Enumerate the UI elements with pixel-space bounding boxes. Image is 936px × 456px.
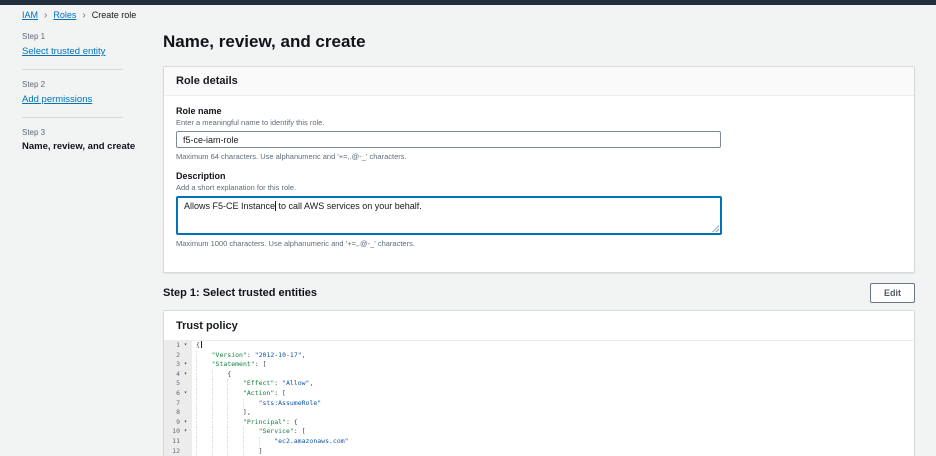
line-number: 9 [164, 418, 180, 428]
editor-cursor [201, 341, 202, 348]
sidebar-item-add-permissions[interactable]: Add permissions [22, 94, 92, 105]
code-content: ] [192, 447, 262, 456]
sidebar-divider [22, 69, 123, 70]
code-content: "Statement": [ [192, 360, 266, 370]
description-textarea[interactable]: Allows F5-CE Instance to call AWS servic… [176, 196, 722, 235]
step1-section-title: Step 1: Select trusted entities [163, 287, 317, 299]
step1-review-section-header: Step 1: Select trusted entities Edit [163, 283, 915, 303]
description-constraint: Maximum 1000 characters. Use alphanumeri… [176, 239, 902, 248]
code-line: 7 "sts:AssumeRole" [164, 399, 914, 409]
page-title: Name, review, and create [163, 32, 915, 52]
code-lines: 1▾{2"Version": "2012-10-17",3▾"Statement… [164, 341, 914, 456]
line-number: 3 [164, 360, 180, 370]
editor-gutter: 5 [164, 379, 192, 389]
editor-gutter: 8 [164, 408, 192, 418]
fold-arrow-icon[interactable]: ▾ [180, 389, 191, 399]
editor-gutter: 10▾ [164, 427, 192, 437]
editor-gutter: 3▾ [164, 360, 192, 370]
role-details-header: Role details [164, 67, 914, 96]
code-line: 10▾"Service": [ [164, 427, 914, 437]
description-value: to call AWS services on your behalf. [276, 201, 422, 211]
fold-arrow-icon[interactable]: ▾ [180, 427, 191, 437]
trust-policy-header: Trust policy [164, 311, 914, 341]
description-value: Allows F5-CE Instance [184, 201, 275, 211]
code-line: 4▾{ [164, 370, 914, 380]
sidebar-divider [22, 117, 123, 118]
step-3-label: Step 3 [22, 128, 141, 137]
line-number: 4 [164, 370, 180, 380]
trust-policy-card: Trust policy 1▾{2"Version": "2012-10-17"… [163, 310, 915, 456]
code-content: "Version": "2012-10-17", [192, 351, 306, 361]
code-content: { [192, 341, 202, 351]
code-line: 3▾"Statement": [ [164, 360, 914, 370]
code-content: "sts:AssumeRole" [192, 399, 321, 409]
code-content: "Action": [ [192, 389, 286, 399]
code-line: 9▾"Principal": { [164, 418, 914, 428]
breadcrumb-link-iam[interactable]: IAM [22, 10, 38, 20]
fold-spacer [180, 379, 191, 389]
wizard-steps-sidebar: Step 1 Select trusted entity Step 2 Add … [0, 24, 141, 456]
role-details-card: Role details Role name Enter a meaningfu… [163, 66, 915, 273]
step-1-label: Step 1 [22, 32, 141, 41]
code-line: 2 "Version": "2012-10-17", [164, 351, 914, 361]
fold-arrow-icon[interactable]: ▾ [180, 370, 191, 380]
line-number: 6 [164, 389, 180, 399]
editor-gutter: 11 [164, 437, 192, 447]
line-number: 11 [164, 437, 180, 447]
line-number: 2 [164, 351, 180, 361]
code-line: 11 "ec2.amazonaws.com" [164, 437, 914, 447]
role-name-constraint: Maximum 64 characters. Use alphanumeric … [176, 152, 902, 161]
fold-spacer [180, 437, 191, 447]
edit-button[interactable]: Edit [870, 283, 915, 303]
role-name-hint: Enter a meaningful name to identify this… [176, 118, 902, 127]
editor-gutter: 6▾ [164, 389, 192, 399]
fold-spacer [180, 351, 191, 361]
fold-spacer [180, 447, 191, 456]
editor-gutter: 12 [164, 447, 192, 456]
breadcrumb-link-roles[interactable]: Roles [53, 10, 76, 20]
editor-gutter: 2 [164, 351, 192, 361]
trust-policy-editor[interactable]: 1▾{2"Version": "2012-10-17",3▾"Statement… [164, 341, 914, 456]
code-content: "Effect": "Allow", [192, 379, 313, 389]
line-number: 7 [164, 399, 180, 409]
editor-gutter: 7 [164, 399, 192, 409]
code-line: 5 "Effect": "Allow", [164, 379, 914, 389]
editor-gutter: 1▾ [164, 341, 192, 351]
line-number: 12 [164, 447, 180, 456]
fold-spacer [180, 408, 191, 418]
fold-spacer [180, 399, 191, 409]
resize-handle[interactable] [712, 225, 719, 232]
main-content: Name, review, and create Role details Ro… [163, 24, 915, 456]
line-number: 5 [164, 379, 180, 389]
fold-arrow-icon[interactable]: ▾ [180, 341, 191, 351]
breadcrumb-separator-icon: › [44, 11, 47, 20]
role-name-label: Role name [176, 106, 902, 116]
line-number: 1 [164, 341, 180, 351]
code-line: 1▾{ [164, 341, 914, 351]
editor-gutter: 4▾ [164, 370, 192, 380]
sidebar-item-name-review-create: Name, review, and create [22, 141, 141, 152]
description-label: Description [176, 171, 902, 181]
code-line: 6▾"Action": [ [164, 389, 914, 399]
code-content: "ec2.amazonaws.com" [192, 437, 349, 447]
code-content: { [192, 370, 231, 380]
sidebar-item-select-trusted-entity[interactable]: Select trusted entity [22, 46, 105, 57]
editor-gutter: 9▾ [164, 418, 192, 428]
fold-arrow-icon[interactable]: ▾ [180, 418, 191, 428]
role-name-input[interactable] [176, 131, 721, 148]
breadcrumb-current-page: Create role [92, 10, 137, 20]
breadcrumb: IAM › Roles › Create role [0, 5, 936, 20]
description-hint: Add a short explanation for this role. [176, 183, 902, 192]
line-number: 10 [164, 427, 180, 437]
code-content: "Principal": { [192, 418, 298, 428]
breadcrumb-separator-icon: › [82, 11, 85, 20]
line-number: 8 [164, 408, 180, 418]
fold-arrow-icon[interactable]: ▾ [180, 360, 191, 370]
code-content: "Service": [ [192, 427, 306, 437]
code-content: ], [192, 408, 251, 418]
code-line: 12] [164, 447, 914, 456]
code-line: 8], [164, 408, 914, 418]
step-2-label: Step 2 [22, 80, 141, 89]
